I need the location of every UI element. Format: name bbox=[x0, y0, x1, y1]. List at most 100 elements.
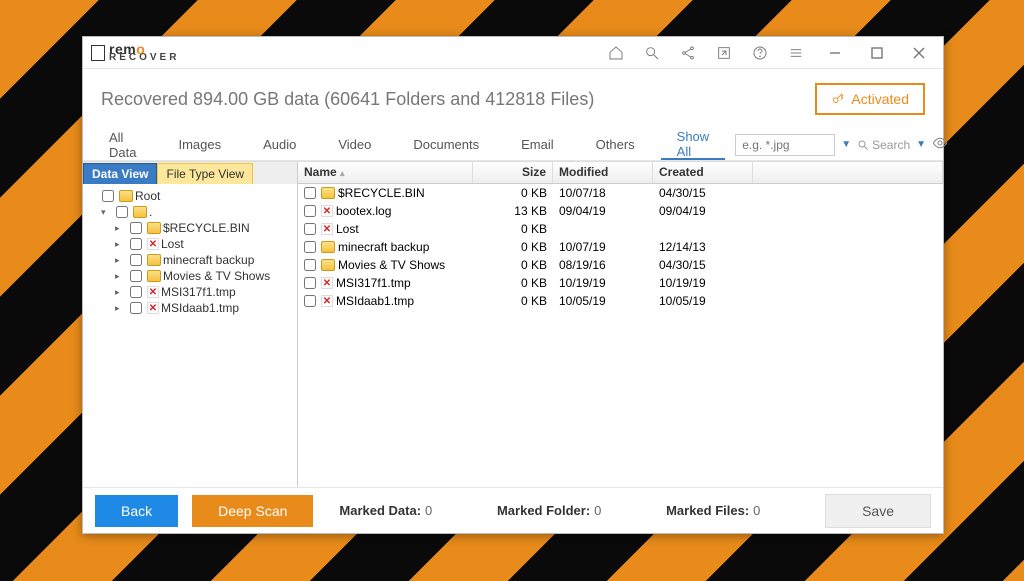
tab-email[interactable]: Email bbox=[505, 129, 570, 160]
chevron-down-icon[interactable]: ▼ bbox=[916, 139, 926, 150]
view-tabs: Data View File Type View bbox=[83, 162, 297, 184]
file-modified: 10/07/19 bbox=[553, 237, 653, 257]
file-name: Lost bbox=[336, 222, 359, 236]
main-area: Data View File Type View Root ▾ bbox=[83, 161, 943, 487]
help-icon[interactable] bbox=[747, 41, 773, 65]
tree-item[interactable]: ▸✕MSIdaab1.tmp bbox=[115, 300, 293, 316]
marked-data: Marked Data: 0 bbox=[339, 503, 432, 518]
col-created[interactable]: Created bbox=[653, 162, 753, 183]
table-row[interactable]: $RECYCLE.BIN0 KB10/07/1804/30/15 bbox=[298, 184, 943, 202]
table-row[interactable]: ✕MSIdaab1.tmp0 KB10/05/1910/05/19 bbox=[298, 292, 943, 310]
titlebar: remo RECOVER bbox=[83, 37, 943, 69]
folder-icon bbox=[119, 190, 133, 202]
table-row[interactable]: ✕bootex.log13 KB09/04/1909/04/19 bbox=[298, 202, 943, 220]
row-checkbox[interactable] bbox=[304, 277, 316, 289]
file-name: Movies & TV Shows bbox=[338, 258, 445, 272]
collapse-icon[interactable]: ▾ bbox=[101, 207, 111, 218]
tab-show-all[interactable]: Show All bbox=[661, 129, 726, 160]
list-body: $RECYCLE.BIN0 KB10/07/1804/30/15✕bootex.… bbox=[298, 184, 943, 487]
expand-icon[interactable]: ▸ bbox=[115, 239, 125, 250]
col-extra[interactable] bbox=[753, 162, 943, 183]
tree-checkbox[interactable] bbox=[116, 206, 128, 218]
app-window: remo RECOVER Recovered 894.00 GB data (6… bbox=[82, 36, 944, 534]
file-size: 0 KB bbox=[473, 219, 553, 239]
col-name[interactable]: Name ▴ bbox=[298, 162, 473, 183]
summary-text: Recovered 894.00 GB data (60641 Folders … bbox=[101, 89, 594, 110]
row-checkbox[interactable] bbox=[304, 187, 316, 199]
tab-video[interactable]: Video bbox=[322, 129, 387, 160]
summary-bar: Recovered 894.00 GB data (60641 Folders … bbox=[83, 69, 943, 129]
app-logo: remo RECOVER bbox=[91, 43, 179, 62]
table-row[interactable]: ✕Lost0 KB bbox=[298, 220, 943, 238]
home-icon[interactable] bbox=[603, 41, 629, 65]
tree-checkbox[interactable] bbox=[130, 238, 142, 250]
expand-icon[interactable]: ▸ bbox=[115, 271, 125, 282]
file-name: MSI317f1.tmp bbox=[336, 276, 411, 290]
file-modified: 10/05/19 bbox=[553, 291, 653, 311]
tree-item[interactable]: ▸ $RECYCLE.BIN bbox=[115, 220, 293, 236]
tree-checkbox[interactable] bbox=[130, 302, 142, 314]
table-row[interactable]: Movies & TV Shows0 KB08/19/1604/30/15 bbox=[298, 256, 943, 274]
maximize-button[interactable] bbox=[861, 41, 893, 65]
deep-scan-button[interactable]: Deep Scan bbox=[192, 495, 313, 527]
menu-icon[interactable] bbox=[783, 41, 809, 65]
tree-checkbox[interactable] bbox=[130, 222, 142, 234]
minimize-button[interactable] bbox=[819, 41, 851, 65]
row-checkbox[interactable] bbox=[304, 205, 316, 217]
file-size: 0 KB bbox=[473, 273, 553, 293]
folder-tree[interactable]: Root ▾ . ▸$RECYCLE.BIN▸✕Lost▸minecraft b… bbox=[83, 184, 297, 487]
folder-icon bbox=[147, 254, 161, 266]
file-name: $RECYCLE.BIN bbox=[338, 186, 425, 200]
file-modified: 10/07/18 bbox=[553, 183, 653, 203]
tree-item-label: Lost bbox=[161, 237, 184, 251]
row-checkbox[interactable] bbox=[304, 223, 316, 235]
tab-data-view[interactable]: Data View bbox=[83, 163, 157, 184]
tab-all-data[interactable]: All Data bbox=[93, 129, 152, 160]
tree-item-label: $RECYCLE.BIN bbox=[163, 221, 250, 235]
tab-audio[interactable]: Audio bbox=[247, 129, 312, 160]
filter-search-input[interactable] bbox=[735, 134, 835, 156]
tab-others[interactable]: Others bbox=[580, 129, 651, 160]
expand-icon[interactable]: ▸ bbox=[115, 223, 125, 234]
tree-dot[interactable]: ▾ . bbox=[101, 204, 293, 220]
tree-checkbox[interactable] bbox=[130, 254, 142, 266]
external-link-icon[interactable] bbox=[711, 41, 737, 65]
row-checkbox[interactable] bbox=[304, 241, 316, 253]
save-button[interactable]: Save bbox=[825, 494, 931, 528]
deleted-icon: ✕ bbox=[147, 238, 159, 250]
col-modified[interactable]: Modified bbox=[553, 162, 653, 183]
folder-icon bbox=[321, 259, 335, 271]
tab-images[interactable]: Images bbox=[162, 129, 237, 160]
close-button[interactable] bbox=[903, 41, 935, 65]
deleted-icon: ✕ bbox=[147, 286, 159, 298]
tree-item[interactable]: ▸minecraft backup bbox=[115, 252, 293, 268]
table-row[interactable]: ✕MSI317f1.tmp0 KB10/19/1910/19/19 bbox=[298, 274, 943, 292]
search-button[interactable]: Search bbox=[857, 138, 910, 152]
tree-item[interactable]: ▸ ✕Lost bbox=[115, 236, 293, 252]
expand-icon[interactable]: ▸ bbox=[115, 303, 125, 314]
eye-icon[interactable] bbox=[932, 135, 948, 154]
search-icon[interactable] bbox=[639, 41, 665, 65]
table-row[interactable]: minecraft backup0 KB10/07/1912/14/13 bbox=[298, 238, 943, 256]
expand-icon[interactable]: ▸ bbox=[115, 255, 125, 266]
folder-icon bbox=[321, 187, 335, 199]
deleted-icon: ✕ bbox=[321, 277, 333, 289]
expand-icon[interactable]: ▸ bbox=[115, 287, 125, 298]
file-name: minecraft backup bbox=[338, 240, 429, 254]
tree-item[interactable]: ▸✕MSI317f1.tmp bbox=[115, 284, 293, 300]
tree-root[interactable]: Root bbox=[87, 188, 293, 204]
tree-checkbox[interactable] bbox=[102, 190, 114, 202]
tab-file-type-view[interactable]: File Type View bbox=[157, 163, 253, 184]
chevron-down-icon[interactable]: ▼ bbox=[841, 139, 851, 150]
tree-checkbox[interactable] bbox=[130, 286, 142, 298]
back-button[interactable]: Back bbox=[95, 495, 178, 527]
file-size: 0 KB bbox=[473, 291, 553, 311]
tab-documents[interactable]: Documents bbox=[397, 129, 495, 160]
activated-button[interactable]: Activated bbox=[815, 83, 925, 115]
share-icon[interactable] bbox=[675, 41, 701, 65]
tree-checkbox[interactable] bbox=[130, 270, 142, 282]
row-checkbox[interactable] bbox=[304, 259, 316, 271]
tree-item[interactable]: ▸Movies & TV Shows bbox=[115, 268, 293, 284]
row-checkbox[interactable] bbox=[304, 295, 316, 307]
col-size[interactable]: Size bbox=[473, 162, 553, 183]
